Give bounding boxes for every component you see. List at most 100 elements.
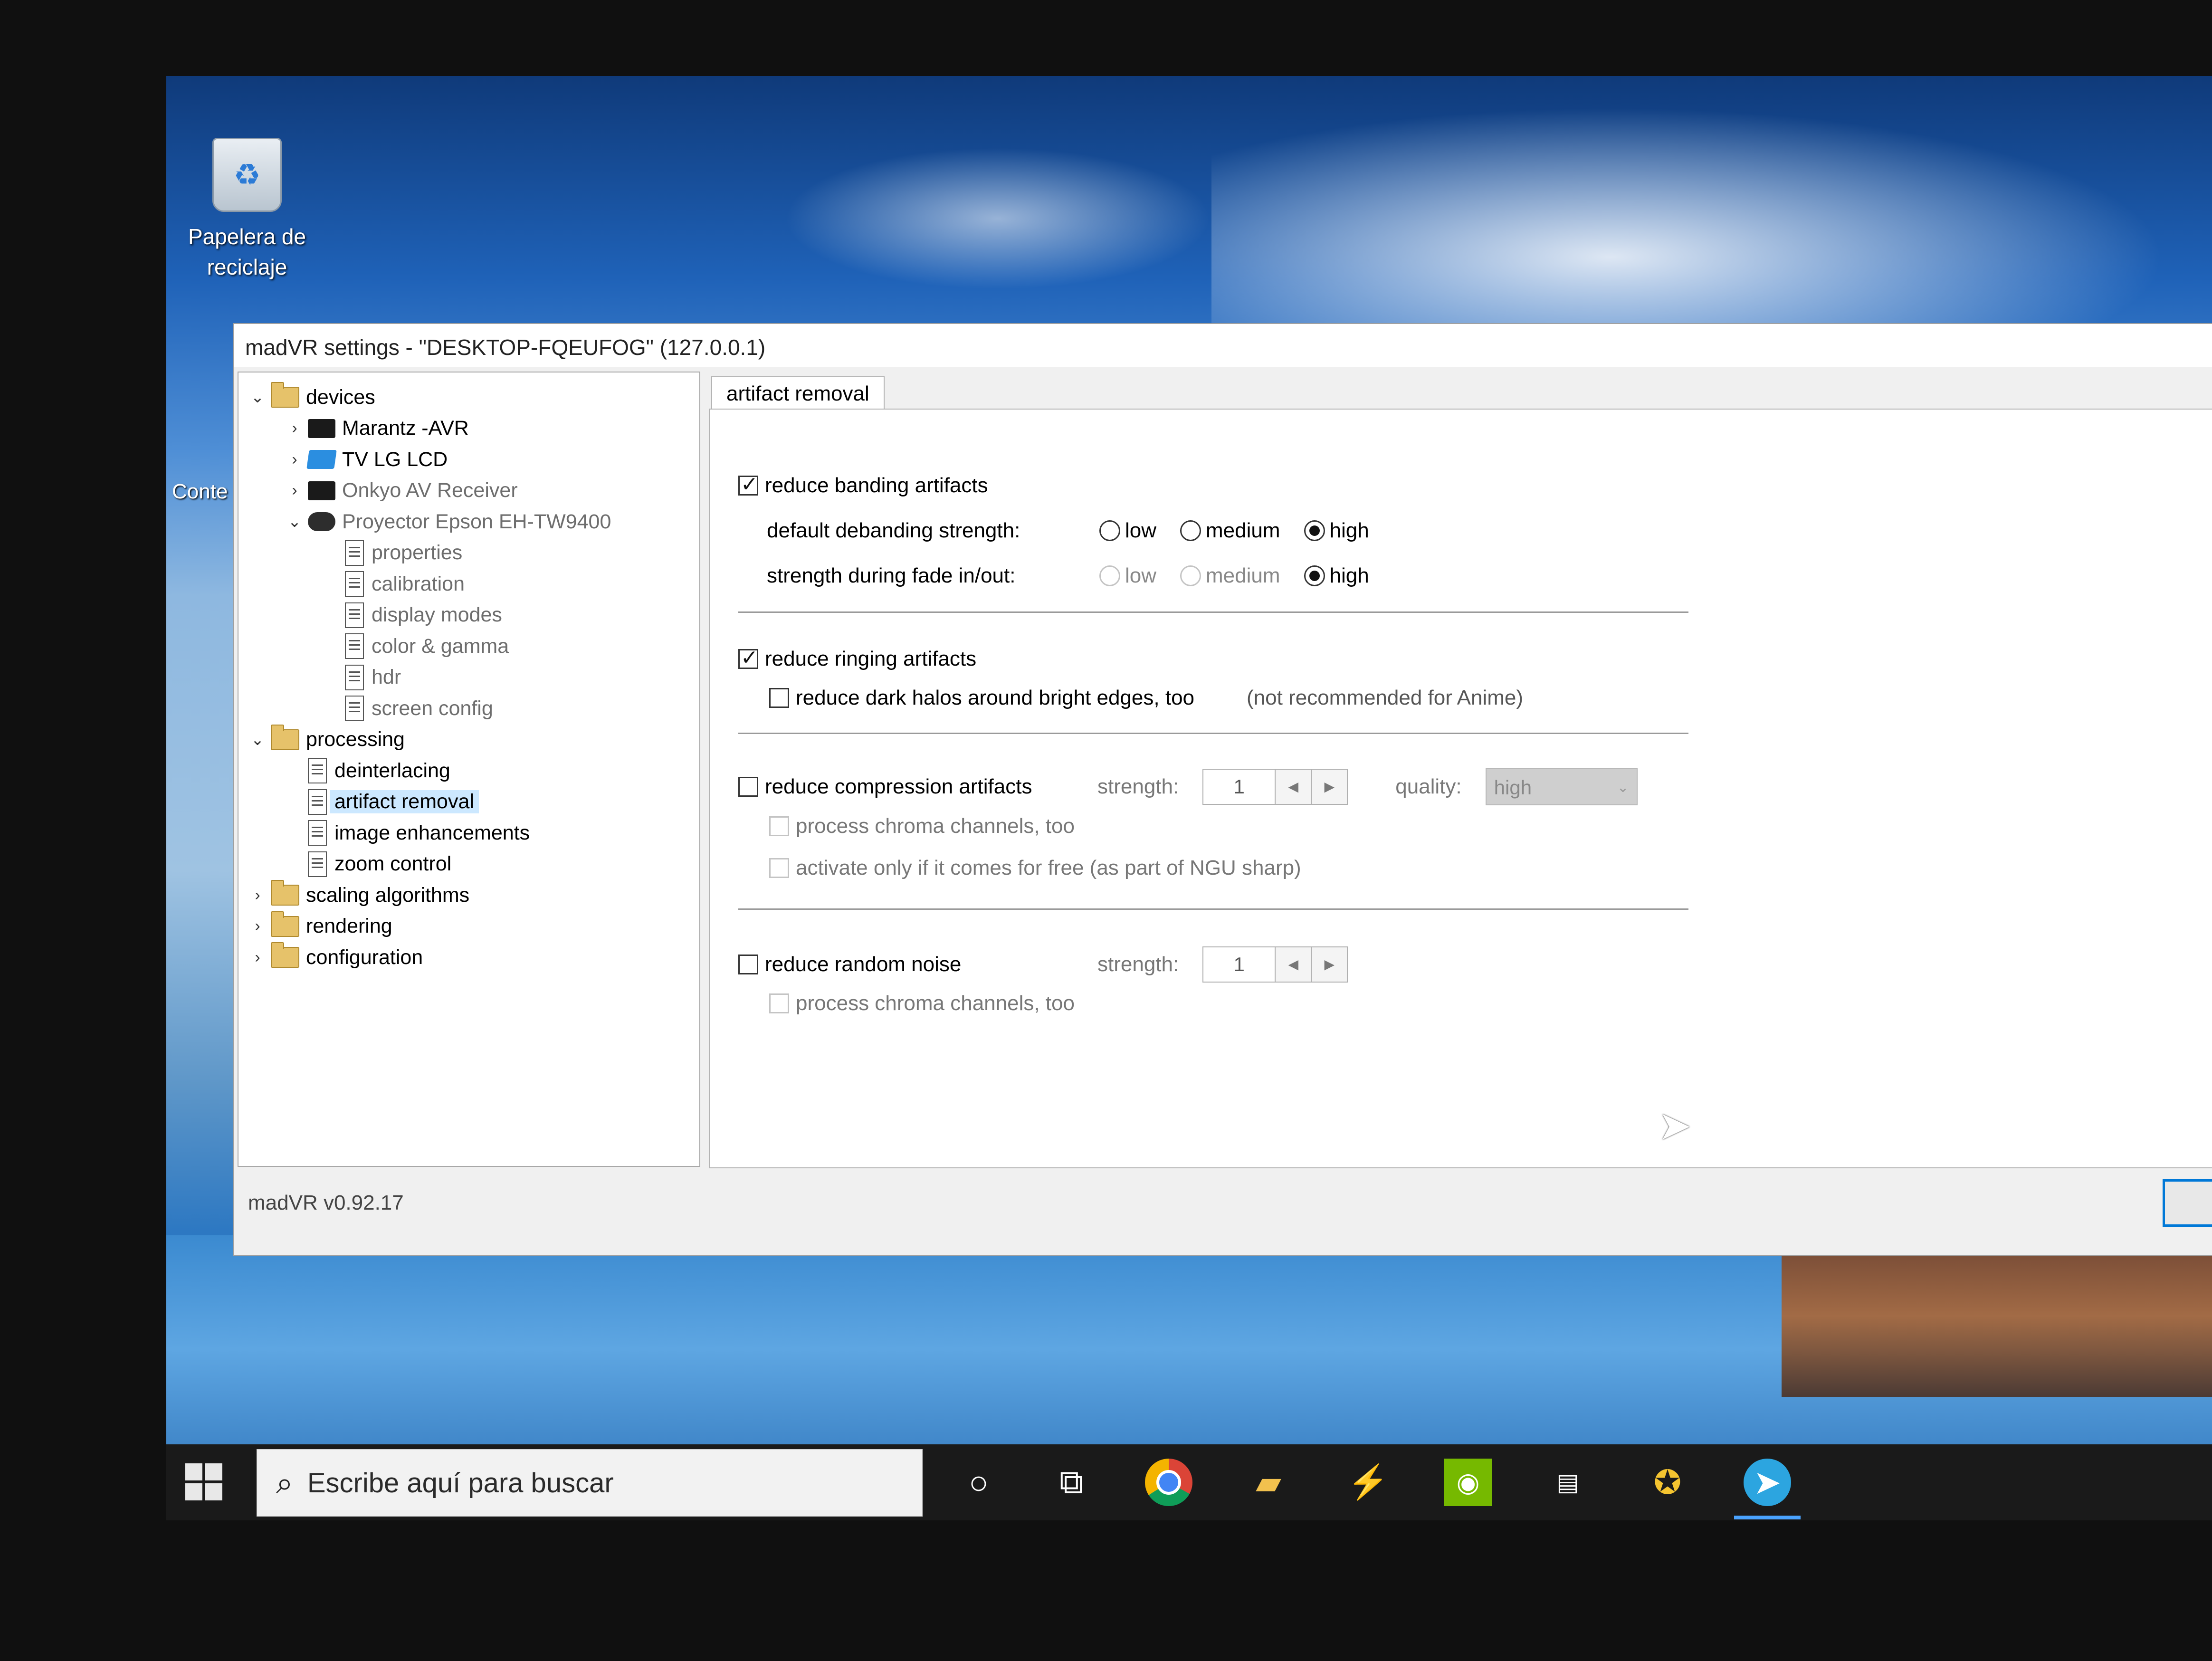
fade-strength-high-radio[interactable]: [1304, 565, 1325, 586]
start-button[interactable]: [185, 1463, 223, 1501]
chrome-icon[interactable]: [1145, 1459, 1192, 1506]
compression-chroma-checkbox[interactable]: [769, 816, 789, 836]
radio-label: medium: [1206, 564, 1280, 587]
tree-item-marantz-avr[interactable]: › Marantz -AVR: [285, 413, 469, 444]
divider: [738, 908, 1688, 910]
tab-artifact-removal[interactable]: artifact removal: [711, 376, 885, 410]
tree-item-scaling-algorithms[interactable]: › scaling algorithms: [248, 880, 469, 910]
page-icon: [345, 664, 364, 690]
tree-item-display-modes[interactable]: display modes: [322, 600, 502, 630]
noise-strength-value[interactable]: 1: [1202, 946, 1276, 983]
nvidia-icon[interactable]: ◉: [1444, 1459, 1492, 1506]
chevron-right-icon[interactable]: ›: [248, 948, 267, 967]
compression-strength-spinner[interactable]: 1 ◀ ▶: [1202, 769, 1348, 805]
tree-item-tv-lg-lcd[interactable]: › TV LG LCD: [285, 444, 448, 475]
reduce-halos-checkbox[interactable]: [769, 688, 789, 708]
compression-quality-label: quality:: [1395, 775, 1462, 798]
settings-tree[interactable]: ⌄ devices › Marantz -AVR › TV LG LCD › Onkyo AV…: [238, 372, 700, 1167]
app-icon[interactable]: ✪: [1644, 1459, 1691, 1506]
default-debanding-low-radio[interactable]: [1099, 520, 1120, 541]
default-debanding-medium-radio[interactable]: [1180, 520, 1201, 541]
window-title: madVR settings - "DESKTOP-FQEUFOG" (127.…: [245, 335, 766, 360]
tree-item-proyector-epson-eh-tw9400[interactable]: ⌄ Proyector Epson EH-TW9400: [285, 506, 611, 537]
file-explorer-icon[interactable]: ▰: [1245, 1459, 1292, 1506]
task-view-icon[interactable]: ⧉: [1048, 1459, 1095, 1506]
madvr-settings-window: madVR settings - "DESKTOP-FQEUFOG" (127.…: [233, 323, 2212, 1256]
increment-arrow-icon[interactable]: ▶: [1312, 769, 1348, 805]
cortana-icon[interactable]: ○: [955, 1459, 1002, 1506]
reduce-ringing-row[interactable]: reduce ringing artifacts: [738, 646, 976, 671]
tree-item-label: image enhancements: [334, 821, 530, 844]
chevron-down-icon: ⌄: [1617, 780, 1629, 795]
default-debanding-label: default debanding strength:: [767, 519, 1020, 542]
fade-strength-low-radio[interactable]: [1099, 565, 1120, 586]
reduce-noise-checkbox[interactable]: [738, 955, 758, 974]
taskbar-search-box[interactable]: ⌕ Escribe aquí para buscar: [257, 1449, 923, 1517]
fade-strength-label: strength during fade in/out:: [767, 564, 1016, 587]
chevron-right-icon[interactable]: ›: [285, 419, 304, 438]
chevron-right-icon[interactable]: ›: [285, 481, 304, 500]
tree-item-color-gamma[interactable]: color & gamma: [322, 631, 509, 661]
tree-item-processing[interactable]: ⌄ processing: [248, 724, 405, 755]
page-icon: [308, 758, 327, 783]
tree-item-onkyo-av-receiver[interactable]: › Onkyo AV Receiver: [285, 476, 518, 506]
tree-item-deinterlacing[interactable]: deinterlacing: [285, 755, 450, 786]
chevron-right-icon[interactable]: ›: [248, 917, 267, 936]
window-titlebar[interactable]: madVR settings - "DESKTOP-FQEUFOG" (127.…: [234, 324, 2212, 367]
default-debanding-high-radio[interactable]: [1304, 520, 1325, 541]
tree-item-hdr[interactable]: hdr: [322, 662, 401, 693]
fade-strength-medium-radio[interactable]: [1180, 565, 1201, 586]
activate-free-checkbox[interactable]: [769, 858, 789, 878]
reduce-compression-label: reduce compression artifacts: [765, 775, 1032, 798]
tree-item-label: calibration: [372, 572, 465, 595]
decrement-arrow-icon[interactable]: ◀: [1276, 769, 1312, 805]
tree-item-screen-config[interactable]: screen config: [322, 693, 493, 724]
madvr-version-label: madVR v0.92.17: [248, 1191, 404, 1214]
reduce-banding-checkbox[interactable]: [738, 472, 758, 496]
noise-chroma-row[interactable]: process chroma channels, too: [769, 992, 1075, 1015]
reduce-banding-row[interactable]: reduce banding artifacts: [738, 472, 988, 497]
chevron-right-icon[interactable]: ›: [285, 450, 304, 469]
compression-chroma-row[interactable]: process chroma channels, too: [769, 814, 1075, 838]
windows-logo-icon: [185, 1483, 202, 1500]
reduce-noise-label: reduce random noise: [765, 953, 962, 976]
page-icon: [308, 851, 327, 877]
compression-strength-value[interactable]: 1: [1202, 769, 1276, 805]
ok-button[interactable]: [2163, 1179, 2212, 1227]
noise-chroma-checkbox[interactable]: [769, 993, 789, 1013]
thunder-icon[interactable]: ⚡: [1344, 1459, 1392, 1506]
decrement-arrow-icon[interactable]: ◀: [1276, 946, 1312, 983]
increment-arrow-icon[interactable]: ▶: [1312, 946, 1348, 983]
tree-item-label: TV LG LCD: [342, 448, 448, 471]
reduce-halos-row[interactable]: reduce dark halos around bright edges, t…: [769, 686, 1523, 710]
recycle-bin-shortcut[interactable]: ♻ Papelera de reciclaje: [185, 138, 309, 282]
tree-item-image-enhancements[interactable]: image enhancements: [285, 818, 530, 848]
activate-free-row[interactable]: activate only if it comes for free (as p…: [769, 856, 1301, 880]
noise-strength-spinner[interactable]: 1 ◀ ▶: [1202, 946, 1348, 983]
reduce-ringing-checkbox[interactable]: [738, 646, 758, 670]
telegram-icon[interactable]: ➤: [1744, 1459, 1791, 1506]
reduce-noise-row[interactable]: reduce random noise strength: 1 ◀ ▶: [738, 946, 1348, 983]
page-icon: [345, 602, 364, 628]
folder-icon: [271, 724, 299, 750]
page-icon: [308, 820, 327, 846]
chevron-down-icon[interactable]: ⌄: [285, 512, 304, 531]
chevron-right-icon[interactable]: ›: [248, 886, 267, 905]
tree-item-devices[interactable]: ⌄ devices: [248, 382, 375, 412]
compression-quality-dropdown[interactable]: high ⌄: [1485, 768, 1638, 805]
tree-item-calibration[interactable]: calibration: [322, 569, 465, 599]
tree-item-properties[interactable]: properties: [322, 538, 462, 568]
tree-item-rendering[interactable]: › rendering: [248, 911, 392, 942]
tree-item-configuration[interactable]: › configuration: [248, 942, 423, 973]
tree-item-label: Onkyo AV Receiver: [342, 479, 518, 502]
chevron-down-icon[interactable]: ⌄: [248, 388, 267, 407]
reduce-compression-checkbox[interactable]: [738, 777, 758, 797]
tree-item-zoom-control[interactable]: zoom control: [285, 849, 451, 879]
desktop-partial-icon-label[interactable]: Conte: [172, 480, 228, 504]
mpc-hc-icon[interactable]: ▤: [1544, 1459, 1592, 1506]
chevron-down-icon[interactable]: ⌄: [248, 730, 267, 749]
active-app-indicator: [1734, 1516, 1801, 1519]
tree-item-label: Proyector Epson EH-TW9400: [342, 510, 611, 533]
tree-item-artifact-removal[interactable]: artifact removal: [285, 787, 479, 817]
reduce-compression-row[interactable]: reduce compression artifacts strength: 1…: [738, 768, 1638, 805]
